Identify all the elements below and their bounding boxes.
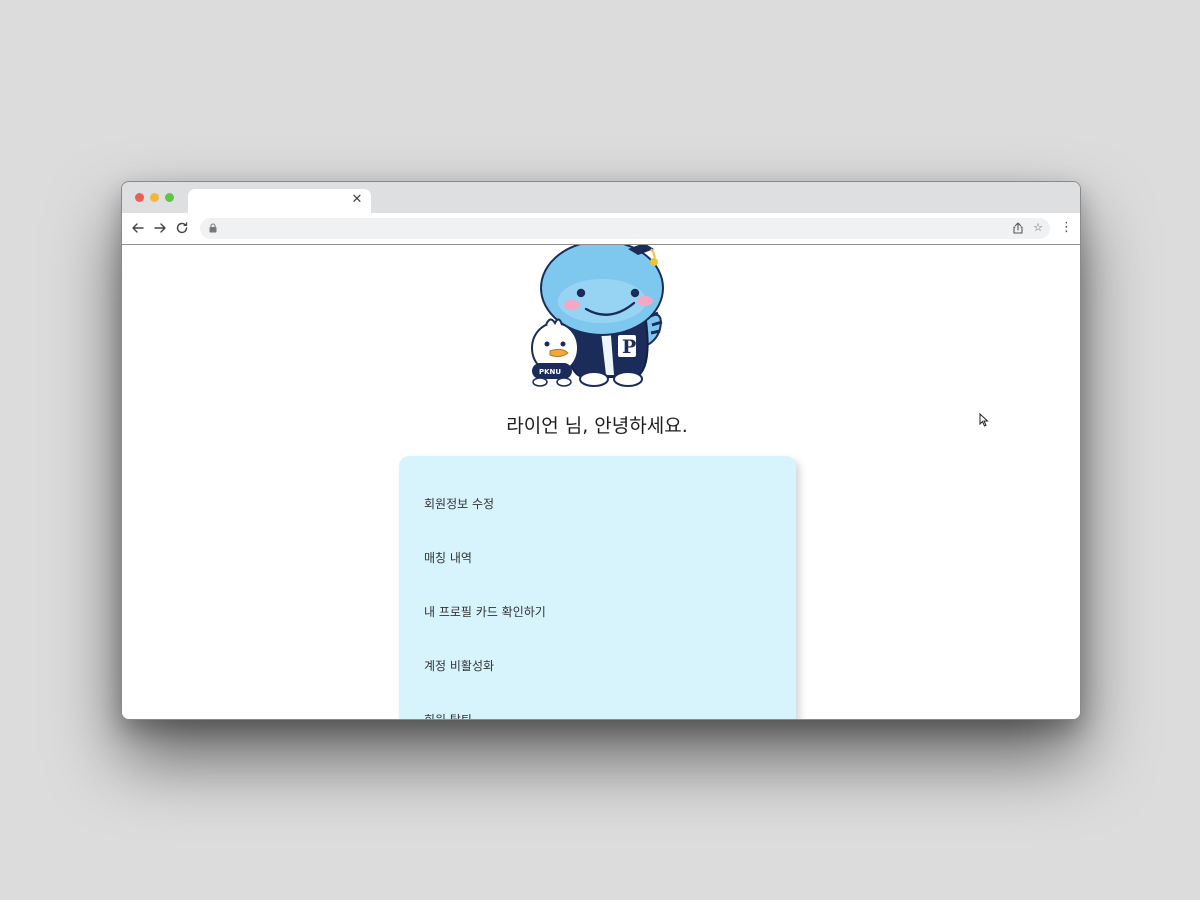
- menu-item-withdraw-membership[interactable]: 회원 탈퇴: [424, 711, 472, 719]
- forward-arrow-icon[interactable]: [152, 220, 168, 236]
- address-bar[interactable]: ☆: [200, 218, 1050, 239]
- browser-window: ✕ ☆ ⋮ P PKNU 라이언 님, 안녕하세요. 회원정보 수정 매칭 내역…: [121, 181, 1081, 720]
- lock-icon: [209, 223, 217, 233]
- close-icon[interactable]: ✕: [349, 192, 365, 208]
- reload-icon[interactable]: [174, 220, 190, 236]
- account-menu-card: 회원정보 수정 매칭 내역 내 프로필 카드 확인하기 계정 비활성화 회원 탈…: [399, 456, 796, 719]
- menu-item-matching-history[interactable]: 매칭 내역: [424, 549, 472, 566]
- page-content: P PKNU 라이언 님, 안녕하세요. 회원정보 수정 매칭 내역 내 프로필…: [122, 245, 1080, 719]
- browser-tab[interactable]: ✕: [188, 189, 371, 213]
- browser-toolbar: ☆ ⋮: [122, 213, 1080, 245]
- minimize-window-button[interactable]: [150, 193, 159, 202]
- greeting-heading: 라이언 님, 안녕하세요.: [506, 415, 688, 437]
- back-arrow-icon[interactable]: [130, 220, 146, 236]
- mascot-badge-text: PKNU: [539, 368, 561, 376]
- jacket-letter: P: [622, 336, 636, 358]
- maximize-window-button[interactable]: [165, 193, 174, 202]
- mouse-cursor-icon: [979, 413, 989, 427]
- menu-item-edit-profile[interactable]: 회원정보 수정: [424, 495, 494, 512]
- close-window-button[interactable]: [135, 193, 144, 202]
- tab-strip: ✕: [122, 182, 1080, 213]
- share-icon[interactable]: [1010, 220, 1026, 236]
- menu-item-view-profile-card[interactable]: 내 프로필 카드 확인하기: [424, 603, 546, 620]
- menu-item-deactivate-account[interactable]: 계정 비활성화: [424, 657, 494, 674]
- mascot-image: P PKNU: [531, 245, 664, 387]
- kebab-menu-icon[interactable]: ⋮: [1060, 220, 1073, 236]
- star-icon[interactable]: ☆: [1030, 220, 1046, 236]
